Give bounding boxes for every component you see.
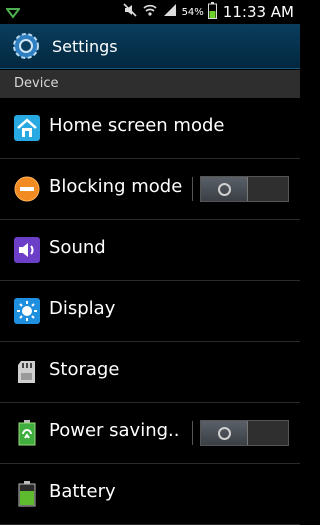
signal-icon [162,2,178,22]
clock: 11:33 AM [222,3,294,21]
wifi-icon [142,2,158,22]
settings-item-blocking-mode[interactable]: Blocking mode [0,159,300,220]
battery-icon [207,1,217,23]
settings-item-label: Blocking mode [49,176,183,197]
toggle-off-icon [218,183,231,196]
settings-item-storage[interactable]: Storage [0,342,300,403]
settings-item-label: Home screen mode [49,115,225,136]
settings-item-label: Display [49,298,116,319]
settings-item-label: Power saving.. [49,420,180,441]
settings-item-sound[interactable]: Sound [0,220,300,281]
mute-icon [122,2,138,22]
settings-item-display[interactable]: Display [0,281,300,342]
settings-item-label: Battery [49,481,116,502]
power-saving-toggle[interactable] [200,420,289,446]
settings-gear-icon[interactable] [11,31,41,61]
display-brightness-icon [14,298,40,324]
settings-item-label: Sound [49,237,106,258]
home-icon [14,115,40,141]
power-saving-battery-icon [14,420,40,446]
speaker-icon [14,237,40,263]
settings-item-home-screen-mode[interactable]: Home screen mode [0,98,300,159]
notification-icon [5,4,21,23]
divider [192,421,193,445]
section-header-device: Device [0,70,300,98]
toggle-off-icon [218,427,231,440]
status-bar: 54% 11:33 AM [0,0,300,24]
settings-item-battery[interactable]: Battery [0,464,300,525]
battery-icon [14,481,40,507]
page-title: Settings [52,37,118,56]
settings-item-label: Storage [49,359,120,380]
sd-card-icon [14,359,40,385]
section-title: Device [14,76,59,91]
battery-percent: 54% [181,6,204,18]
blocking-icon [14,176,40,202]
settings-item-power-saving[interactable]: Power saving.. [0,403,300,464]
blocking-mode-toggle[interactable] [200,176,289,202]
title-bar: Settings [0,24,300,69]
divider [192,177,193,201]
